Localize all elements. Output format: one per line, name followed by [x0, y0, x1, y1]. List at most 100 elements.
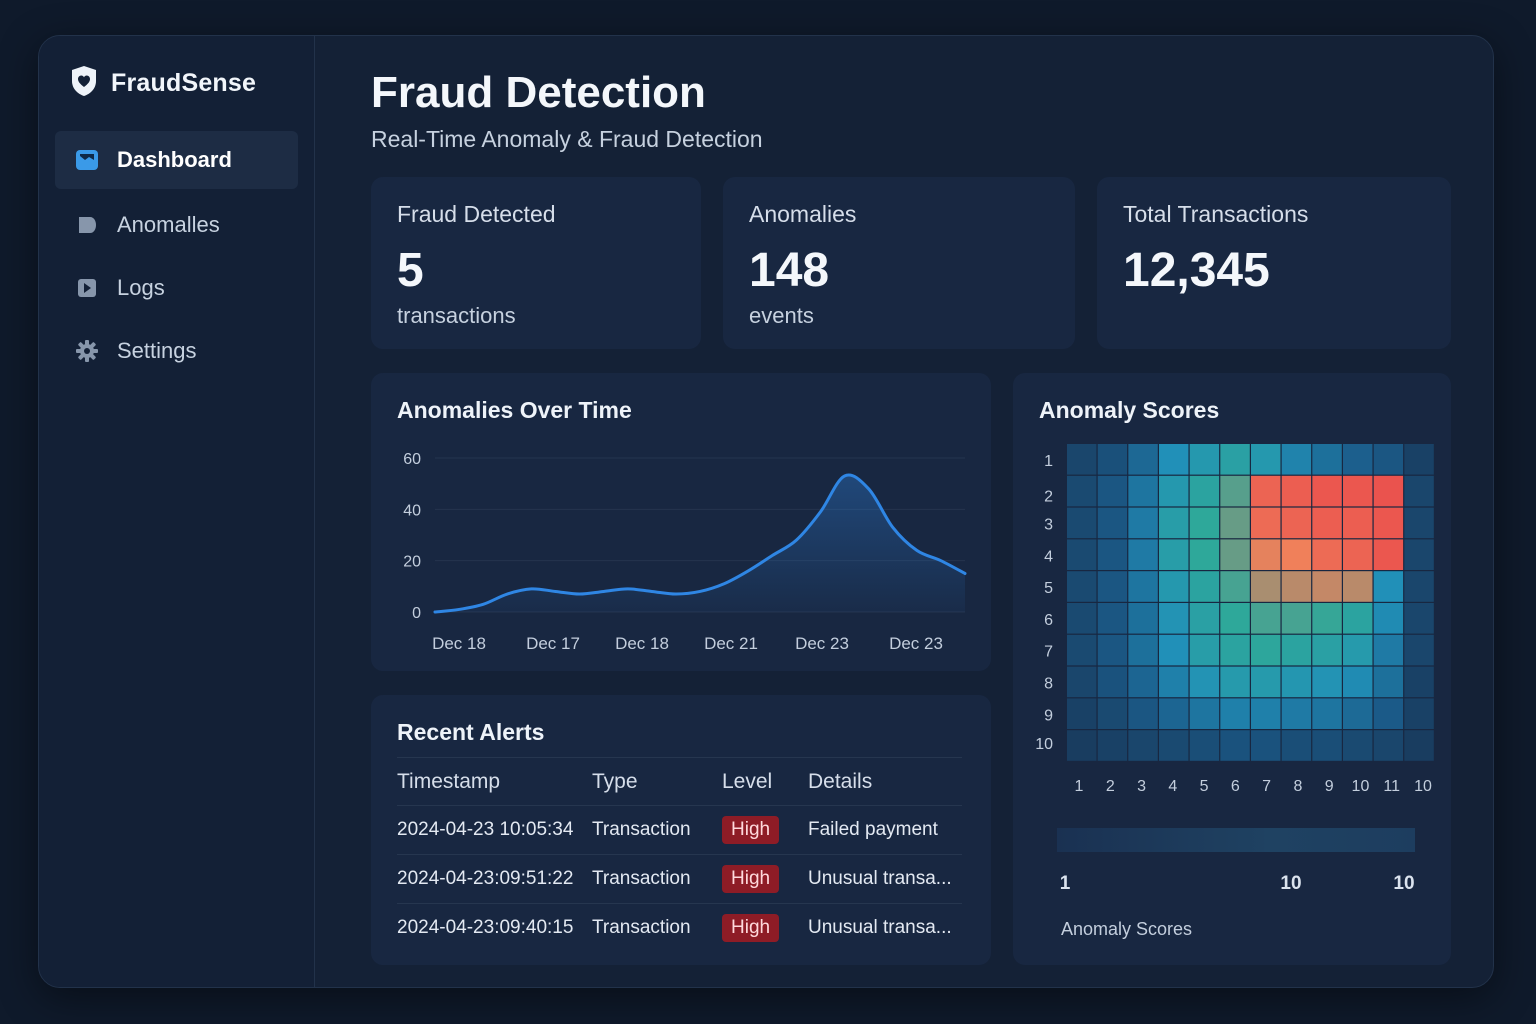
heatmap-cell[interactable]: [1404, 444, 1434, 475]
heatmap-cell[interactable]: [1220, 475, 1250, 507]
heatmap-cell[interactable]: [1128, 571, 1158, 602]
heatmap-cell[interactable]: [1097, 666, 1128, 698]
heatmap-cell[interactable]: [1097, 444, 1128, 475]
table-row[interactable]: 2024-04-23:09:40:15 Transaction High Unu…: [397, 904, 962, 953]
heatmap-cell[interactable]: [1097, 698, 1128, 729]
heatmap-cell[interactable]: [1251, 698, 1281, 729]
heatmap-cell[interactable]: [1159, 698, 1189, 729]
heatmap-cell[interactable]: [1343, 507, 1373, 539]
sidebar-item-dashboard[interactable]: Dashboard: [55, 131, 298, 189]
heatmap-cell[interactable]: [1097, 730, 1128, 761]
heatmap-cell[interactable]: [1251, 507, 1281, 539]
heatmap-cell[interactable]: [1189, 539, 1220, 570]
heatmap-cell[interactable]: [1097, 539, 1128, 570]
heatmap-cell[interactable]: [1159, 666, 1189, 698]
heatmap-cell[interactable]: [1343, 634, 1373, 666]
heatmap-cell[interactable]: [1097, 507, 1128, 539]
heatmap-cell[interactable]: [1189, 507, 1220, 539]
sidebar-item-settings[interactable]: Settings: [55, 322, 298, 380]
heatmap-cell[interactable]: [1159, 507, 1189, 539]
heatmap-cell[interactable]: [1312, 730, 1342, 761]
heatmap-cell[interactable]: [1128, 444, 1158, 475]
heatmap-cell[interactable]: [1404, 507, 1434, 539]
heatmap-cell[interactable]: [1097, 634, 1128, 666]
heatmap-cell[interactable]: [1220, 634, 1250, 666]
heatmap-cell[interactable]: [1312, 634, 1342, 666]
heatmap-cell[interactable]: [1312, 444, 1342, 475]
heatmap-cell[interactable]: [1097, 571, 1128, 602]
heatmap-cell[interactable]: [1281, 698, 1312, 729]
sidebar-item-anomalles[interactable]: Anomalles: [55, 196, 298, 254]
heatmap-cell[interactable]: [1220, 507, 1250, 539]
heatmap-cell[interactable]: [1128, 539, 1158, 570]
heatmap-cell[interactable]: [1189, 698, 1220, 729]
heatmap-cell[interactable]: [1251, 603, 1281, 634]
heatmap-cell[interactable]: [1281, 634, 1312, 666]
heatmap-cell[interactable]: [1343, 698, 1373, 729]
heatmap-cell[interactable]: [1373, 475, 1404, 507]
heatmap-cell[interactable]: [1373, 571, 1404, 602]
heatmap-cell[interactable]: [1159, 444, 1189, 475]
heatmap-cell[interactable]: [1251, 634, 1281, 666]
table-row[interactable]: 2024-04-23:09:51:22 Transaction High Unu…: [397, 854, 962, 904]
heatmap-cell[interactable]: [1067, 698, 1097, 729]
heatmap-cell[interactable]: [1067, 666, 1097, 698]
heatmap-cell[interactable]: [1281, 475, 1312, 507]
heatmap-cell[interactable]: [1312, 603, 1342, 634]
heatmap-cell[interactable]: [1373, 634, 1404, 666]
heatmap-cell[interactable]: [1159, 539, 1189, 570]
heatmap-cell[interactable]: [1220, 539, 1250, 570]
heatmap-cell[interactable]: [1281, 539, 1312, 570]
heatmap-cell[interactable]: [1343, 539, 1373, 570]
heatmap-cell[interactable]: [1373, 507, 1404, 539]
heatmap-cell[interactable]: [1067, 539, 1097, 570]
heatmap-cell[interactable]: [1404, 539, 1434, 570]
heatmap-cell[interactable]: [1251, 444, 1281, 475]
column-header-details[interactable]: Details: [808, 757, 962, 806]
heatmap-cell[interactable]: [1067, 634, 1097, 666]
table-row[interactable]: 2024-04-23 10:05:34 Transaction High Fai…: [397, 805, 962, 855]
sidebar-item-logs[interactable]: Logs: [55, 259, 298, 317]
heatmap-cell[interactable]: [1189, 444, 1220, 475]
heatmap-cell[interactable]: [1159, 571, 1189, 602]
heatmap-cell[interactable]: [1404, 603, 1434, 634]
heatmap-cell[interactable]: [1067, 571, 1097, 602]
heatmap-cell[interactable]: [1281, 730, 1312, 761]
heatmap-cell[interactable]: [1312, 507, 1342, 539]
heatmap-cell[interactable]: [1281, 666, 1312, 698]
heatmap-cell[interactable]: [1251, 475, 1281, 507]
column-header-type[interactable]: Type: [592, 757, 722, 806]
heatmap-cell[interactable]: [1343, 475, 1373, 507]
heatmap-cell[interactable]: [1189, 666, 1220, 698]
heatmap-cell[interactable]: [1373, 539, 1404, 570]
heatmap-cell[interactable]: [1343, 444, 1373, 475]
heatmap-cell[interactable]: [1159, 730, 1189, 761]
heatmap-cell[interactable]: [1128, 475, 1158, 507]
heatmap-cell[interactable]: [1404, 475, 1434, 507]
heatmap-cell[interactable]: [1128, 698, 1158, 729]
heatmap-cell[interactable]: [1373, 698, 1404, 729]
heatmap-cell[interactable]: [1067, 475, 1097, 507]
stat-card-fraud[interactable]: Fraud Detected 5 transactions: [371, 177, 701, 349]
heatmap-cell[interactable]: [1251, 666, 1281, 698]
stat-card-total-transactions[interactable]: Total Transactions 12,345: [1097, 177, 1451, 349]
column-header-level[interactable]: Level: [722, 757, 808, 806]
heatmap-cell[interactable]: [1343, 730, 1373, 761]
heatmap-cell[interactable]: [1373, 666, 1404, 698]
heatmap-cell[interactable]: [1251, 571, 1281, 602]
heatmap-cell[interactable]: [1067, 444, 1097, 475]
stat-card-anomalies[interactable]: Anomalies 148 events: [723, 177, 1075, 349]
heatmap-cell[interactable]: [1220, 444, 1250, 475]
heatmap-cell[interactable]: [1251, 539, 1281, 570]
heatmap-cell[interactable]: [1159, 475, 1189, 507]
heatmap-cell[interactable]: [1312, 571, 1342, 602]
heatmap-cell[interactable]: [1220, 666, 1250, 698]
brand[interactable]: FraudSense: [69, 64, 256, 103]
heatmap-cell[interactable]: [1189, 571, 1220, 602]
heatmap-cell[interactable]: [1373, 603, 1404, 634]
heatmap-cell[interactable]: [1404, 698, 1434, 729]
heatmap-cell[interactable]: [1343, 603, 1373, 634]
heatmap-cell[interactable]: [1404, 571, 1434, 602]
heatmap-cell[interactable]: [1220, 698, 1250, 729]
heatmap-cell[interactable]: [1404, 634, 1434, 666]
